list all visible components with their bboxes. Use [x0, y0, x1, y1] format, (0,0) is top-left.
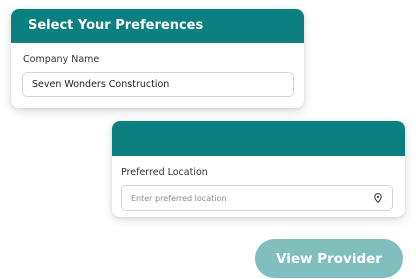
- preferences-card: Select Your Preferences Company Name Sev…: [11, 9, 304, 108]
- preferred-location-placeholder: Enter preferred location: [131, 193, 227, 203]
- view-provider-label: View Provider: [276, 250, 382, 267]
- preferences-card-title: Select Your Preferences: [28, 18, 204, 33]
- company-name-label: Company Name: [23, 54, 100, 65]
- company-name-input[interactable]: Seven Wonders Construction: [22, 72, 294, 97]
- company-name-value: Seven Wonders Construction: [32, 79, 170, 90]
- location-card-header: [112, 121, 405, 156]
- location-pin-icon: [374, 193, 382, 203]
- preferred-location-input[interactable]: Enter preferred location: [121, 185, 393, 211]
- location-card: Preferred Location Enter preferred locat…: [112, 121, 405, 217]
- preferred-location-label: Preferred Location: [121, 167, 208, 178]
- preferences-card-header: Select Your Preferences: [11, 9, 304, 43]
- view-provider-button[interactable]: View Provider: [255, 239, 403, 278]
